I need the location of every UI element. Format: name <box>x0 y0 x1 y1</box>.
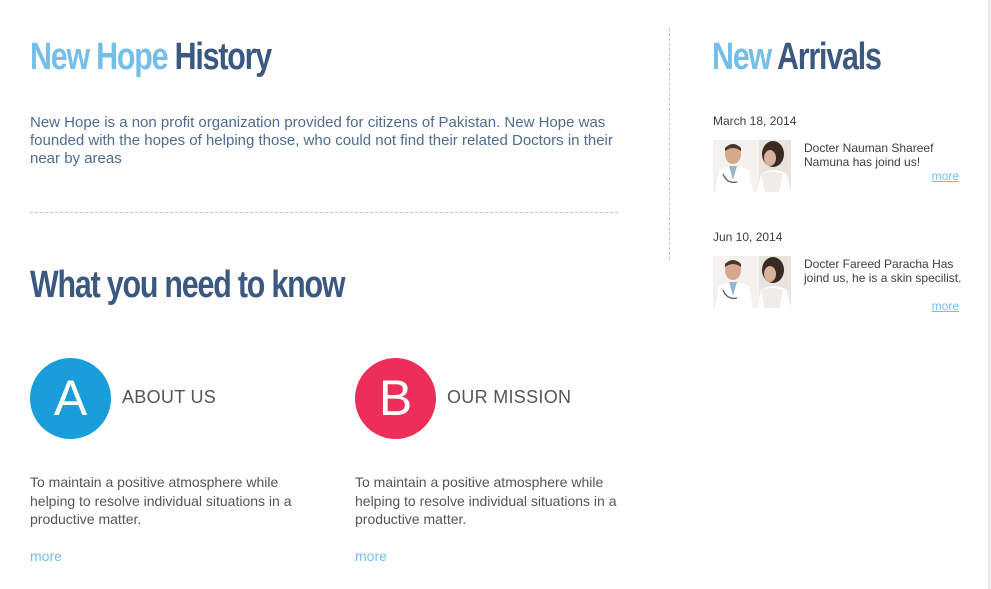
arrival-date: Jun 10, 2014 <box>713 230 783 244</box>
doctor-thumbnail[interactable] <box>713 256 791 308</box>
our-mission-more-link[interactable]: more <box>355 548 387 564</box>
section-divider <box>30 212 618 213</box>
doctors-photo-icon <box>713 140 791 192</box>
our-mission-text: To maintain a positive atmosphere while … <box>355 474 617 527</box>
history-title-rest: History <box>174 36 273 78</box>
history-text: New Hope is a non profit organization pr… <box>30 114 613 167</box>
our-mission-title: OUR MISSION <box>447 387 572 407</box>
arrival-more-link[interactable]: more <box>932 169 959 183</box>
arrival-text: Docter Nauman Shareef Namuna has joind u… <box>804 141 934 169</box>
arrival-date: March 18, 2014 <box>713 114 797 128</box>
arrival-more-link[interactable]: more <box>932 299 959 313</box>
know-title: What you need to know <box>30 264 345 306</box>
arrival-text: Docter Fareed Paracha Has joind us, he i… <box>804 257 962 285</box>
history-title-accent: New Hope <box>30 36 169 78</box>
about-us-letter-circle: A <box>30 358 111 439</box>
our-mission-letter-circle: B <box>355 358 436 439</box>
arrivals-title-rest: Arrivals <box>777 36 882 78</box>
page: New Hope History New Hope is a non profi… <box>0 0 991 589</box>
arrivals-title-accent: New <box>712 36 772 78</box>
history-title: New Hope History <box>30 36 273 78</box>
about-us-title: ABOUT US <box>122 387 217 407</box>
doctor-thumbnail[interactable] <box>713 140 791 192</box>
about-us-text: To maintain a positive atmosphere while … <box>30 474 292 527</box>
arrivals-title: New Arrivals <box>712 36 882 78</box>
column-divider <box>669 28 670 260</box>
about-us-more-link[interactable]: more <box>30 548 62 564</box>
doctors-photo-icon <box>713 256 791 308</box>
